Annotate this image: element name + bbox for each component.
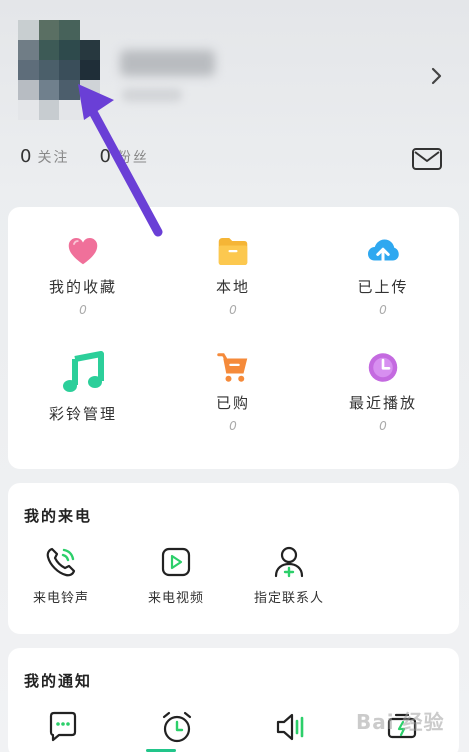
grid-item-count: 0: [229, 303, 237, 317]
mail-icon[interactable]: [411, 146, 443, 172]
phone-ring-icon: [46, 547, 76, 577]
grid-item-label: 最近播放: [348, 394, 417, 412]
music-note-icon: [63, 351, 104, 392]
section-title: 我的通知: [24, 672, 93, 690]
grid-item-uploaded[interactable]: 已上传 0: [308, 207, 458, 317]
fans-count: 0: [99, 146, 111, 167]
incoming-call-card: 我的来电 来电铃声 来电视频 指定联系人: [8, 483, 459, 634]
grid-item-count: 0: [229, 419, 237, 433]
profile-stats: 0 关注 0 粉丝: [20, 146, 179, 172]
heart-icon: [68, 238, 98, 265]
following-stat[interactable]: 0 关注: [20, 146, 69, 167]
following-label: 关注: [37, 150, 70, 166]
username-blurred: [120, 50, 215, 76]
add-contact-icon: [274, 546, 304, 578]
profile-header: 0 关注 0 粉丝: [0, 0, 469, 200]
video-play-icon: [161, 547, 191, 577]
message-icon[interactable]: [46, 710, 80, 744]
grid-item-count: 0: [79, 303, 87, 317]
grid-item-label: 已购: [215, 394, 250, 412]
battery-icon[interactable]: [386, 710, 420, 744]
chevron-right-icon[interactable]: [426, 62, 448, 90]
cart-icon: [217, 353, 248, 382]
call-item-video[interactable]: 来电视频: [121, 545, 231, 606]
user-subtitle-blurred: [122, 88, 182, 102]
main-features-card: 我的收藏 0 本地 0 已上传 0 彩铃管理 已购 0 最近播放 0: [8, 207, 459, 469]
grid-item-label: 本地: [215, 278, 250, 296]
call-item-ringtone[interactable]: 来电铃声: [6, 545, 116, 606]
speaker-icon[interactable]: [274, 710, 308, 744]
grid-item-count: 0: [379, 303, 387, 317]
call-item-contact[interactable]: 指定联系人: [234, 545, 344, 606]
call-item-label: 指定联系人: [253, 591, 324, 606]
avatar[interactable]: [18, 20, 100, 120]
grid-item-purchased[interactable]: 已购 0: [158, 323, 308, 433]
grid-item-ringback[interactable]: 彩铃管理: [8, 323, 158, 433]
following-count: 0: [20, 146, 32, 167]
fans-label: 粉丝: [116, 150, 149, 166]
call-item-label: 来电铃声: [32, 591, 89, 606]
section-title: 我的来电: [24, 507, 93, 525]
grid-item-count: 0: [379, 419, 387, 433]
clock-icon: [368, 353, 398, 382]
grid-item-label: 已上传: [357, 278, 409, 296]
cloud-upload-icon: [368, 239, 399, 265]
grid-item-label: 我的收藏: [48, 278, 117, 296]
alarm-icon[interactable]: [160, 710, 194, 744]
grid-item-recent[interactable]: 最近播放 0: [308, 323, 458, 433]
grid-item-local[interactable]: 本地 0: [158, 207, 308, 317]
grid-item-label: 彩铃管理: [48, 405, 117, 423]
call-item-label: 来电视频: [147, 591, 204, 606]
fans-stat[interactable]: 0 粉丝: [99, 146, 148, 167]
grid-item-favorites[interactable]: 我的收藏 0: [8, 207, 158, 317]
folder-icon: [218, 238, 248, 265]
